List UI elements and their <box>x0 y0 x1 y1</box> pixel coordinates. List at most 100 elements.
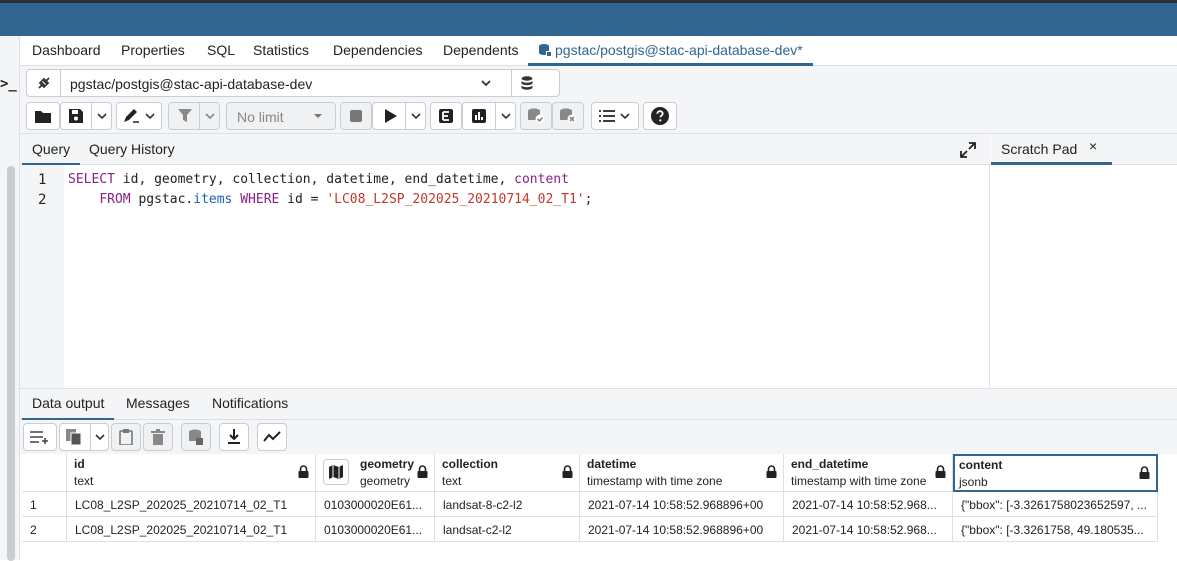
table-cell[interactable]: 0103000020E61... <box>316 492 435 517</box>
map-view-button[interactable] <box>323 459 349 485</box>
code-table: items <box>193 192 233 207</box>
sql-keyword: FROM <box>99 192 131 207</box>
edit-button[interactable] <box>116 102 162 130</box>
macros-button[interactable] <box>591 102 639 130</box>
lock-icon <box>1139 466 1150 479</box>
code-line-2: FROM pgstac.items WHERE id = 'LC08_L2SP_… <box>68 192 592 207</box>
column-header[interactable]: id text <box>67 454 316 492</box>
table-cell[interactable]: 2021-07-14 10:58:52.968896+00 <box>580 492 784 517</box>
table-cell[interactable]: 2021-07-14 10:58:52.968896+00 <box>580 517 784 542</box>
chevron-down-icon[interactable] <box>95 432 105 442</box>
tab-data-output-label: Data output <box>32 395 105 411</box>
graph-visualiser-button[interactable] <box>257 423 287 451</box>
tab-query-history[interactable]: Query History <box>89 141 175 157</box>
table-cell[interactable]: 2021-07-14 10:58:52.968... <box>784 517 953 542</box>
explain-analyze-button[interactable] <box>462 102 516 130</box>
column-name: content <box>959 458 1003 472</box>
column-header[interactable]: geometry geometry <box>316 454 435 492</box>
save-data-button[interactable] <box>181 423 211 451</box>
open-file-button[interactable] <box>26 102 60 130</box>
filter-button[interactable] <box>168 102 220 130</box>
sql-string: 'LC08_L2SP_202025_20210714_02_T1' <box>326 192 585 207</box>
data-output-toolbar <box>20 420 1177 454</box>
chevron-down-icon[interactable] <box>205 111 215 121</box>
table-row[interactable]: 2 LC08_L2SP_202025_20210714_02_T1 010300… <box>22 517 1158 542</box>
tab-query[interactable]: Query <box>22 141 81 165</box>
chevron-down-icon[interactable] <box>620 111 630 121</box>
rollback-button[interactable] <box>552 102 584 130</box>
chevron-down-icon[interactable] <box>479 76 493 90</box>
column-type: text <box>74 474 94 488</box>
table-cell[interactable]: 2021-07-14 10:58:52.968... <box>784 492 953 517</box>
column-header[interactable]: datetime timestamp with time zone <box>580 454 784 492</box>
sql-keyword: content <box>514 172 569 187</box>
table-cell[interactable]: landsat-c2-l2 <box>435 517 580 542</box>
table-row[interactable]: 1 LC08_L2SP_202025_20210714_02_T1 010300… <box>22 492 1158 517</box>
table-cell[interactable]: landsat-8-c2-l2 <box>435 492 580 517</box>
tab-notifications[interactable]: Notifications <box>212 395 288 411</box>
tab-properties[interactable]: Properties <box>121 42 185 58</box>
help-button[interactable] <box>643 102 677 130</box>
close-icon[interactable]: × <box>1089 138 1097 154</box>
row-limit-select[interactable]: No limit <box>226 102 336 130</box>
chevron-down-icon[interactable] <box>411 111 421 121</box>
new-connection-icon[interactable] <box>511 70 541 96</box>
table-cell[interactable]: {"bbox": [-3.3261758023652597, ... <box>953 492 1158 517</box>
tab-query-tool[interactable]: pgstac/postgis@stac-api-database-dev* <box>528 42 813 66</box>
explain-button[interactable] <box>430 102 462 130</box>
row-limit-value: No limit <box>237 109 284 125</box>
table-cell[interactable]: 0103000020E61... <box>316 517 435 542</box>
table-cell[interactable]: LC08_L2SP_202025_20210714_02_T1 <box>67 492 316 517</box>
line-number: 1 <box>38 172 47 188</box>
sql-editor[interactable]: SELECT id, geometry, collection, datetim… <box>64 165 990 388</box>
chevron-down-icon[interactable] <box>97 111 107 121</box>
connection-row: pgstac/postgis@stac-api-database-dev <box>20 66 1177 100</box>
tab-dashboard[interactable]: Dashboard <box>32 42 101 58</box>
tab-sql[interactable]: SQL <box>207 42 235 58</box>
tab-query-tool-label: pgstac/postgis@stac-api-database-dev* <box>555 42 803 58</box>
connection-selector[interactable]: pgstac/postgis@stac-api-database-dev <box>26 69 560 97</box>
pencil-icon <box>124 109 139 123</box>
column-header[interactable]: collection text <box>435 454 580 492</box>
tab-dependents[interactable]: Dependents <box>443 42 519 58</box>
chevron-down-icon[interactable] <box>145 111 155 121</box>
folder-icon <box>35 111 51 123</box>
connection-label: pgstac/postgis@stac-api-database-dev <box>70 76 313 92</box>
explain-icon <box>439 109 453 123</box>
code-text: ; <box>584 192 593 207</box>
chevron-down-icon[interactable] <box>501 111 511 121</box>
copy-button[interactable] <box>59 423 109 451</box>
scratch-pad-textarea[interactable] <box>991 165 1177 388</box>
database-rollback-icon <box>560 108 577 124</box>
database-query-icon <box>539 44 552 57</box>
download-button[interactable] <box>219 423 249 451</box>
line-chart-icon <box>263 431 281 442</box>
column-type: jsonb <box>959 475 988 489</box>
column-header[interactable]: end_datetime timestamp with time zone <box>784 454 953 492</box>
save-file-button[interactable] <box>60 102 112 130</box>
scrollbar[interactable] <box>7 166 15 561</box>
tab-dependencies[interactable]: Dependencies <box>333 42 423 58</box>
lock-icon <box>935 465 946 478</box>
connection-status-icon[interactable] <box>27 70 61 96</box>
expand-icon[interactable] <box>960 142 976 158</box>
line-number: 2 <box>38 192 47 208</box>
execute-button[interactable] <box>372 102 426 130</box>
play-icon <box>385 109 397 123</box>
column-header[interactable]: content jsonb <box>953 454 1158 492</box>
add-row-button[interactable] <box>23 423 57 451</box>
tab-statistics[interactable]: Statistics <box>253 42 309 58</box>
commit-button[interactable] <box>520 102 552 130</box>
filter-icon <box>178 109 192 122</box>
delete-button[interactable] <box>143 423 173 451</box>
add-row-icon <box>30 431 48 444</box>
app-header-bar <box>0 0 1177 36</box>
collapse-handle-icon[interactable]: >_ <box>0 76 17 92</box>
tab-messages[interactable]: Messages <box>126 395 190 411</box>
table-cell[interactable]: LC08_L2SP_202025_20210714_02_T1 <box>67 517 316 542</box>
table-cell[interactable]: {"bbox": [-3.3261758, 49.180535... <box>953 517 1158 542</box>
stop-button[interactable] <box>340 102 372 130</box>
paste-button[interactable] <box>111 423 141 451</box>
query-panel: Query Query History 1 2 SELECT id, geome… <box>20 134 990 388</box>
tab-data-output[interactable]: Data output <box>22 395 115 420</box>
